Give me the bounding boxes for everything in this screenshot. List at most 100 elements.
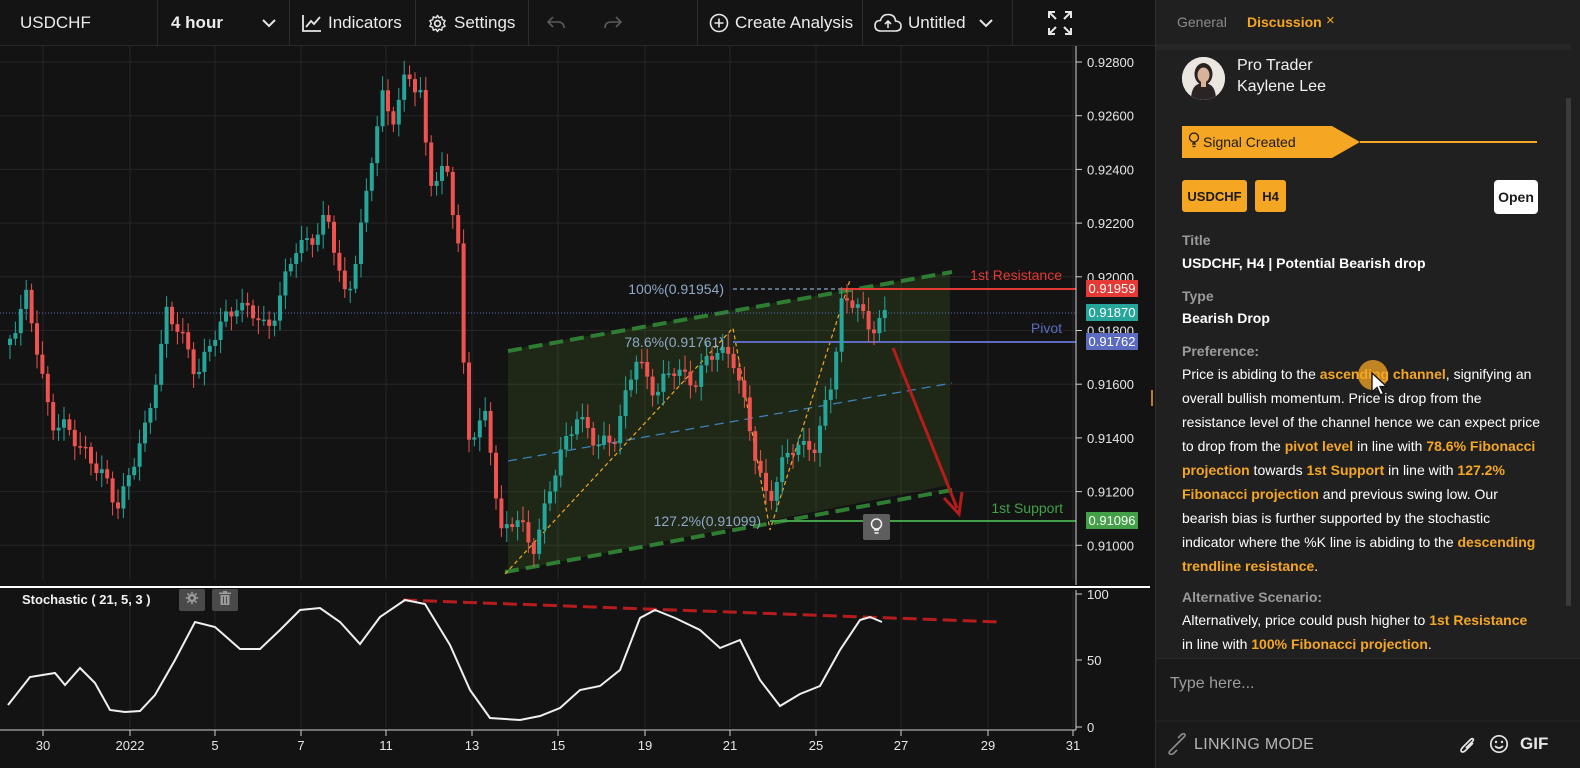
candle-body xyxy=(375,126,380,164)
candle-body xyxy=(607,435,612,443)
stochastic-trendline[interactable] xyxy=(402,598,1001,624)
candle-body xyxy=(769,490,774,501)
candle-body xyxy=(89,446,93,464)
candle-body xyxy=(704,356,709,366)
candle-body xyxy=(504,524,509,529)
tab-general[interactable]: General xyxy=(1177,14,1227,30)
price-axis-label: 0.92400 xyxy=(1087,162,1134,177)
candle-body xyxy=(105,469,110,479)
preference-text-part: . xyxy=(1314,558,1319,574)
create-analysis-button[interactable]: Create Analysis xyxy=(709,0,853,46)
settings-button[interactable]: Settings xyxy=(428,0,515,46)
highlight-pivot-level: pivot level xyxy=(1284,438,1354,454)
title-label: Title xyxy=(1182,232,1211,248)
trading-app: USDCHF 4 hour Indicators Settings Create… xyxy=(0,0,1580,768)
candle-body xyxy=(256,318,261,321)
candle-body xyxy=(213,340,218,346)
gif-button[interactable]: GIF xyxy=(1520,734,1548,754)
symbol-label: USDCHF xyxy=(20,13,91,32)
candle-body xyxy=(186,332,191,350)
plus-circle-icon xyxy=(709,13,729,33)
candle-body xyxy=(666,373,671,375)
candle-body xyxy=(40,354,45,374)
timeframe-label: 4 hour xyxy=(171,13,223,32)
candle-body xyxy=(164,306,169,344)
candle-body xyxy=(618,416,623,444)
candle-body xyxy=(526,522,531,543)
symbol-selector[interactable]: USDCHF xyxy=(20,0,91,46)
price-axis-label: 0.91200 xyxy=(1087,485,1134,500)
save-cloud-dropdown[interactable]: Untitled xyxy=(874,0,1000,46)
candle-body xyxy=(110,478,115,503)
current-price-value: 0.91870 xyxy=(1089,305,1136,320)
candle-body xyxy=(332,221,336,253)
candle-body xyxy=(569,434,574,437)
open-button[interactable]: Open xyxy=(1494,180,1538,214)
indicators-button[interactable]: Indicators xyxy=(302,0,402,46)
time-axis-label: 30 xyxy=(36,738,50,753)
tab-discussion[interactable]: Discussion xyxy=(1247,14,1322,30)
lightbulb-icon xyxy=(1188,132,1200,153)
candle-body xyxy=(116,502,120,509)
discussion-scroll-area[interactable]: Pro Trader Kaylene Lee Signal Created US… xyxy=(1156,50,1566,658)
scrollbar[interactable] xyxy=(1566,98,1571,606)
candle-body xyxy=(62,419,66,428)
candle-body xyxy=(828,389,833,400)
alternative-text-part: in line with xyxy=(1182,636,1252,652)
candle-body xyxy=(699,365,704,387)
attachment-icon[interactable] xyxy=(1459,734,1477,759)
time-axis-label: 29 xyxy=(981,738,995,753)
price-axis-label: 0.92200 xyxy=(1087,216,1134,231)
candle-body xyxy=(515,520,520,527)
time-axis-label: 2022 xyxy=(116,738,145,753)
idea-marker[interactable] xyxy=(863,514,890,540)
chevron-down-icon xyxy=(261,15,277,31)
time-axis-label: 15 xyxy=(551,738,565,753)
alternative-text: Alternatively, price could push higher t… xyxy=(1182,608,1542,656)
message-input[interactable]: Type here... xyxy=(1156,658,1580,720)
stochastic-delete-button[interactable] xyxy=(212,589,238,611)
fib-786-label: 78.6%(0.91761) xyxy=(624,334,724,350)
candle-body xyxy=(731,353,736,369)
candle-body xyxy=(229,311,234,317)
candle-body xyxy=(472,437,477,440)
candle-body xyxy=(450,171,455,216)
candle-body xyxy=(51,402,56,431)
price-chart[interactable]: 1st Resistance Pivot 1st Support 100%(0.… xyxy=(0,46,1155,768)
chevron-down-icon xyxy=(978,15,994,31)
candle-body xyxy=(623,390,628,417)
candle-body xyxy=(839,298,844,352)
timeframe-dropdown[interactable]: 4 hour xyxy=(171,0,279,46)
candle-body xyxy=(521,520,525,523)
candle-body xyxy=(483,410,488,421)
candle-body xyxy=(121,486,126,509)
redo-button[interactable] xyxy=(604,0,622,46)
time-axis-label: 19 xyxy=(638,738,652,753)
undo-icon xyxy=(547,16,565,30)
chart-area[interactable]: 1st Resistance Pivot 1st Support 100%(0.… xyxy=(0,46,1157,768)
stochastic-settings-button[interactable] xyxy=(179,589,205,611)
candle-body xyxy=(175,324,180,332)
fullscreen-button[interactable] xyxy=(1047,0,1073,46)
candle-body xyxy=(191,349,196,375)
candle-body xyxy=(742,380,747,398)
time-axis-label: 5 xyxy=(211,738,218,753)
linking-mode-toggle[interactable]: LINKING MODE xyxy=(1194,736,1314,754)
price-axis-label: 0.91600 xyxy=(1087,377,1134,392)
candle-body xyxy=(634,361,639,380)
close-tab-button[interactable]: × xyxy=(1326,12,1335,29)
timeframe-tag[interactable]: H4 xyxy=(1255,180,1286,212)
candle-body xyxy=(380,90,385,127)
emoji-icon[interactable] xyxy=(1489,734,1509,759)
cloud-upload-icon xyxy=(874,13,902,33)
candle-body xyxy=(510,524,515,527)
symbol-tag[interactable]: USDCHF xyxy=(1182,180,1247,212)
time-axis-label: 31 xyxy=(1066,738,1080,753)
candle-body xyxy=(715,352,720,360)
candle-body xyxy=(78,446,83,448)
undo-button[interactable] xyxy=(547,0,565,46)
candle-body xyxy=(845,298,849,301)
candle-body xyxy=(418,90,423,93)
candle-body xyxy=(207,345,212,352)
candle-body xyxy=(369,163,374,191)
